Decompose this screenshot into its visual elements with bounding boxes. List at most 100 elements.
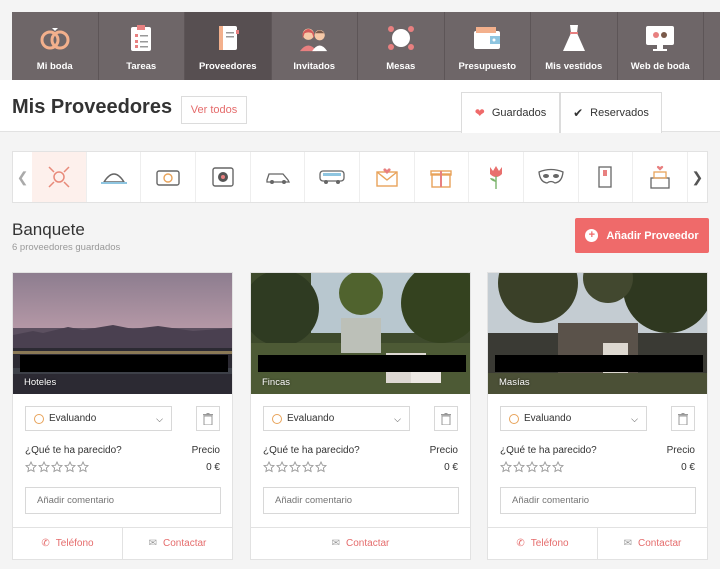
- nav-label: Mi boda: [36, 61, 73, 72]
- check-icon: ✔: [573, 106, 584, 120]
- comment-input[interactable]: [500, 487, 696, 514]
- price-value: 0 €: [681, 462, 695, 473]
- contact-button[interactable]: ✉ Contactar: [122, 528, 232, 559]
- star-icon[interactable]: [513, 461, 525, 473]
- cloche-icon: [100, 173, 127, 184]
- chevron-down-icon: ⌵: [156, 414, 163, 424]
- main-nav: Mi boda Tareas Proveedores Invitados Mes…: [12, 12, 720, 80]
- provider-category: Fincas: [262, 377, 290, 388]
- contact-button[interactable]: ✉ Contactar: [597, 528, 707, 559]
- clock-icon: [509, 413, 519, 424]
- star-icon[interactable]: [77, 461, 89, 473]
- price-value: 0 €: [206, 462, 220, 473]
- star-icon[interactable]: [539, 461, 551, 473]
- chevron-down-icon: ⌵: [394, 414, 401, 424]
- banquet-icon: [48, 166, 70, 188]
- section-subtitle: 6 proveedores guardados: [12, 242, 121, 253]
- category-invitations[interactable]: [360, 152, 415, 202]
- status-select[interactable]: Evaluando ⌵: [263, 406, 410, 431]
- star-icon[interactable]: [51, 461, 63, 473]
- contact-button[interactable]: ✉ Contactar: [251, 528, 470, 559]
- category-flowers[interactable]: [469, 152, 524, 202]
- phone-button[interactable]: ✆ Teléfono: [488, 528, 597, 559]
- nav-item-mesas[interactable]: Mesas: [358, 12, 445, 80]
- tab-reservados[interactable]: ✔ Reservados: [560, 92, 662, 133]
- star-icon[interactable]: [276, 461, 288, 473]
- guests-icon: [298, 22, 330, 54]
- star-icon[interactable]: [526, 461, 538, 473]
- phone-button[interactable]: ✆ Teléfono: [13, 528, 122, 559]
- wallet-icon: [471, 22, 503, 54]
- delete-button[interactable]: [196, 406, 220, 431]
- category-photo[interactable]: [141, 152, 197, 202]
- provider-photo[interactable]: [13, 273, 232, 394]
- nav-label: Invitados: [293, 61, 336, 72]
- add-provider-label: Añadir Proveedor: [606, 229, 699, 242]
- clipboard-icon: [125, 22, 157, 54]
- star-icon[interactable]: [38, 461, 50, 473]
- star-icon[interactable]: [315, 461, 327, 473]
- nav-item-proveedores[interactable]: Proveedores: [185, 12, 272, 80]
- category-entertainment[interactable]: [524, 152, 579, 202]
- status-select[interactable]: Evaluando ⌵: [25, 406, 172, 431]
- nav-item-invitados[interactable]: Invitados: [272, 12, 358, 80]
- nav-item-tareas[interactable]: Tareas: [99, 12, 185, 80]
- category-cake[interactable]: [633, 152, 688, 202]
- star-icon[interactable]: [289, 461, 301, 473]
- rating-stars[interactable]: [263, 461, 328, 473]
- contact-label: Contactar: [638, 538, 682, 549]
- category-banquet[interactable]: [32, 152, 87, 202]
- door-icon: [598, 166, 613, 188]
- rings-icon: [39, 22, 71, 54]
- envelope-icon: ✉: [148, 538, 158, 549]
- category-bus[interactable]: [305, 152, 360, 202]
- star-icon[interactable]: [25, 461, 37, 473]
- star-icon[interactable]: [302, 461, 314, 473]
- tab-guardados[interactable]: ❤ Guardados: [461, 92, 560, 133]
- delete-button[interactable]: [671, 406, 695, 431]
- video-icon: [212, 167, 234, 187]
- trash-icon: [441, 412, 451, 425]
- price-label: Precio: [429, 445, 458, 456]
- nav-item-presupuesto[interactable]: Presupuesto: [445, 12, 531, 80]
- clock-icon: [272, 413, 282, 424]
- chevron-left-icon[interactable]: ❮: [13, 152, 32, 202]
- nav-item-web-de-boda[interactable]: Web de boda: [618, 12, 704, 80]
- category-planner[interactable]: [579, 152, 634, 202]
- status-select[interactable]: Evaluando ⌵: [500, 406, 647, 431]
- trash-icon: [678, 412, 688, 425]
- status-value: Evaluando: [524, 413, 572, 424]
- chevron-right-icon[interactable]: ❯: [688, 152, 707, 202]
- add-provider-button[interactable]: + Añadir Proveedor: [575, 218, 709, 253]
- comment-input[interactable]: [25, 487, 221, 514]
- rating-stars[interactable]: [25, 461, 90, 473]
- star-icon[interactable]: [500, 461, 512, 473]
- provider-card: Fincas Evaluando ⌵ ¿Qué te ha parecido? …: [250, 272, 471, 560]
- rating-stars[interactable]: [500, 461, 565, 473]
- star-icon[interactable]: [552, 461, 564, 473]
- contact-label: Contactar: [163, 538, 207, 549]
- delete-button[interactable]: [434, 406, 458, 431]
- status-value: Evaluando: [287, 413, 335, 424]
- provider-photo[interactable]: [488, 273, 707, 394]
- category-gifts[interactable]: [415, 152, 470, 202]
- category-transport[interactable]: [251, 152, 306, 202]
- nav-item-mi-boda[interactable]: Mi boda: [12, 12, 99, 80]
- page-header: Mis Proveedores Ver todos ❤ Guardados ✔ …: [0, 80, 720, 133]
- phone-label: Teléfono: [530, 538, 569, 549]
- category-video[interactable]: [196, 152, 251, 202]
- mask-icon: [538, 168, 564, 184]
- provider-photo[interactable]: [251, 273, 470, 394]
- phone-icon: ✆: [516, 538, 525, 549]
- star-icon[interactable]: [263, 461, 275, 473]
- star-icon[interactable]: [64, 461, 76, 473]
- rating-question: ¿Qué te ha parecido?: [500, 445, 597, 456]
- nav-label: Presupuesto: [458, 61, 517, 72]
- nav-item-mis-vestidos[interactable]: Mis vestidos: [531, 12, 618, 80]
- provider-card: Hoteles Evaluando ⌵ ¿Qué te ha parecido?…: [12, 272, 233, 560]
- comment-input[interactable]: [263, 487, 459, 514]
- chevron-down-icon: ⌵: [631, 414, 638, 424]
- category-catering[interactable]: [87, 152, 142, 202]
- notebook-icon: [212, 22, 244, 54]
- ver-todos-button[interactable]: Ver todos: [181, 96, 247, 124]
